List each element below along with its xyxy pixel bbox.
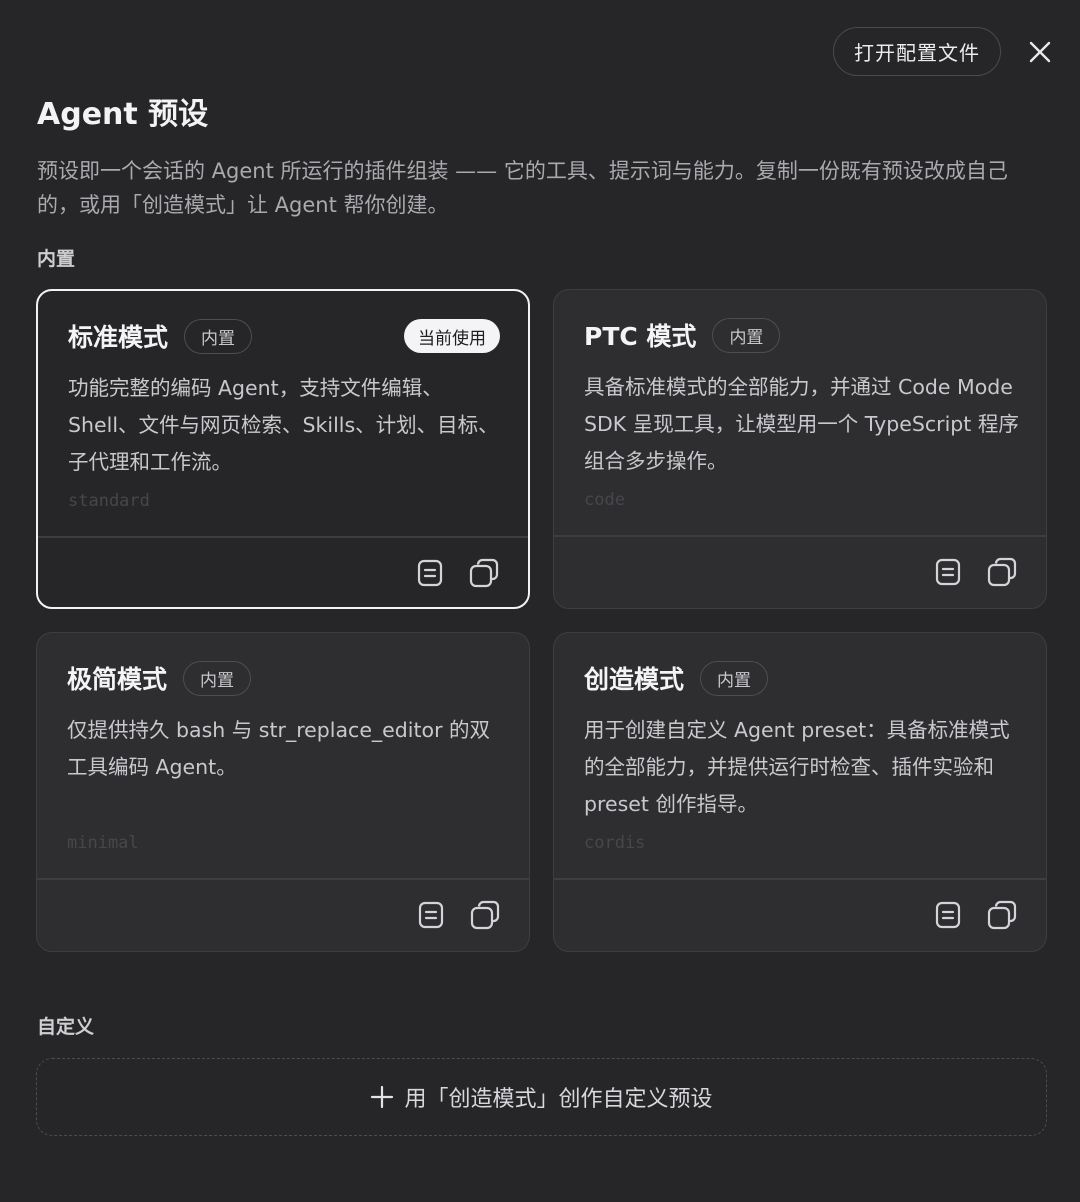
section-label-custom: 自定义 [37, 1016, 95, 1038]
preset-description: 功能完整的编码 Agent，支持文件编辑、Shell、文件与网页检索、Skill… [68, 376, 499, 474]
section-label-builtin: 内置 [37, 248, 76, 270]
open-config-file-button[interactable]: 打开配置文件 [833, 27, 1001, 76]
builtin-badge: 内置 [183, 660, 252, 696]
preset-title: 标准模式 [68, 323, 169, 352]
page-title: Agent 预设 [37, 97, 209, 132]
preset-id: standard [68, 491, 150, 511]
preset-card-minimal[interactable]: 极简模式 内置 仅提供持久 bash 与 str_replace_editor … [36, 632, 530, 952]
preset-title: PTC 模式 [584, 322, 697, 351]
preset-card-cordis[interactable]: 创造模式 内置 用于创建自定义 Agent preset：具备标准模式的全部能力… [553, 632, 1047, 952]
document-icon [417, 559, 443, 587]
add-custom-preset-label: 用「创造模式」创作自定义预设 [404, 1087, 713, 1112]
preset-description: 用于创建自定义 Agent preset：具备标准模式的全部能力，并提供运行时检… [584, 718, 1010, 816]
card-divider [554, 535, 1046, 537]
copy-preset-button[interactable] [986, 556, 1018, 588]
document-icon [935, 558, 961, 586]
copy-preset-button[interactable] [468, 557, 500, 589]
copy-icon [469, 558, 499, 588]
view-preset-button[interactable] [415, 899, 447, 931]
preset-id: cordis [584, 833, 646, 853]
copy-icon [987, 557, 1017, 587]
preset-title: 创造模式 [584, 665, 685, 694]
agent-presets-dialog: 打开配置文件 Agent 预设 预设即一个会话的 Agent 所运行的插件组装 … [0, 0, 1080, 1202]
builtin-badge: 内置 [700, 660, 769, 696]
card-divider [37, 878, 529, 880]
card-divider [38, 536, 528, 538]
document-icon [418, 901, 444, 929]
copy-icon [987, 900, 1017, 930]
add-custom-preset-button[interactable]: 用「创造模式」创作自定义预设 [36, 1058, 1047, 1136]
view-preset-button[interactable] [414, 557, 446, 589]
copy-preset-button[interactable] [469, 899, 501, 931]
close-icon [1029, 41, 1051, 63]
preset-id: code [584, 490, 625, 510]
builtin-badge: 内置 [184, 318, 253, 354]
view-preset-button[interactable] [932, 899, 964, 931]
preset-id: minimal [67, 833, 139, 853]
preset-card-standard[interactable]: 标准模式 内置 当前使用 功能完整的编码 Agent，支持文件编辑、Shell、… [36, 289, 530, 609]
preset-title: 极简模式 [67, 665, 168, 694]
builtin-badge: 内置 [712, 317, 781, 353]
document-icon [935, 901, 961, 929]
close-button[interactable] [1022, 34, 1058, 70]
card-divider [554, 878, 1046, 880]
current-badge: 当前使用 [404, 319, 500, 353]
preset-card-code[interactable]: PTC 模式 内置 具备标准模式的全部能力，并通过 Code Mode SDK … [553, 289, 1047, 609]
copy-icon [470, 900, 500, 930]
preset-description: 仅提供持久 bash 与 str_replace_editor 的双工具编码 A… [67, 718, 491, 779]
view-preset-button[interactable] [932, 556, 964, 588]
page-description: 预设即一个会话的 Agent 所运行的插件组装 —— 它的工具、提示词与能力。复… [37, 159, 1008, 217]
preset-description: 具备标准模式的全部能力，并通过 Code Mode SDK 呈现工具，让模型用一… [584, 375, 1019, 473]
plus-icon [371, 1085, 394, 1109]
copy-preset-button[interactable] [986, 899, 1018, 931]
